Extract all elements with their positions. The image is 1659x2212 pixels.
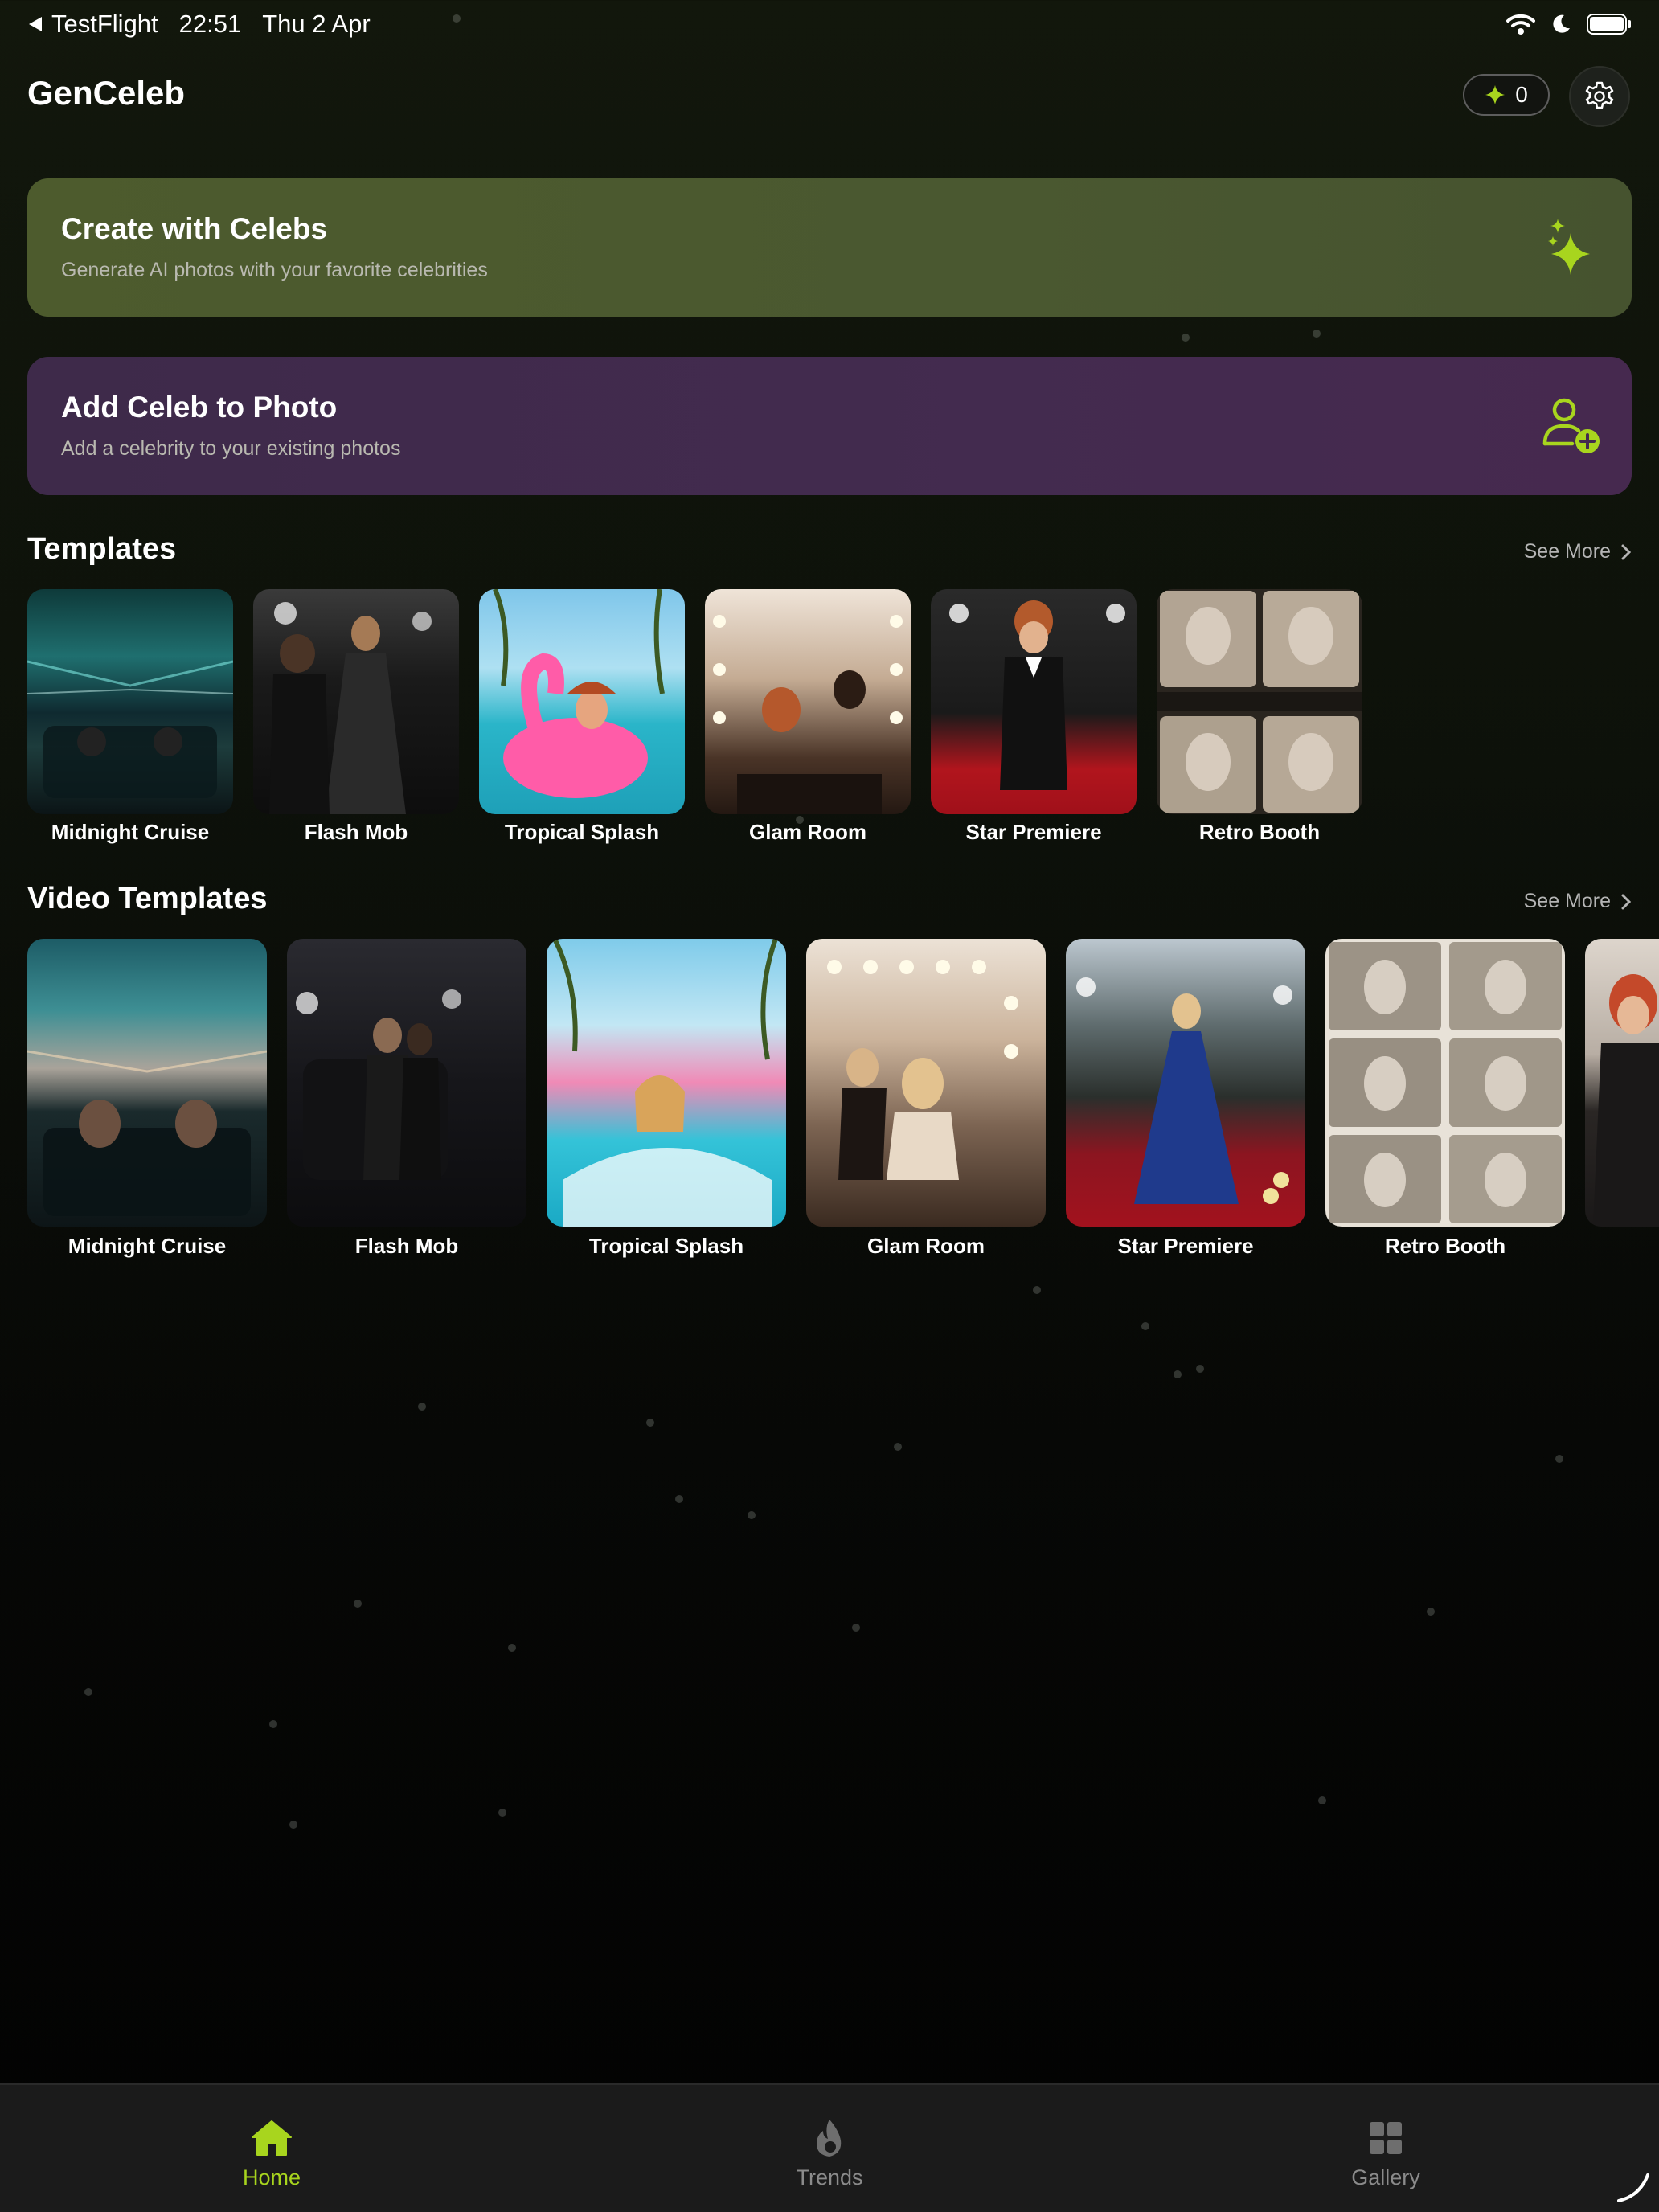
video-template-card-glam-room[interactable]: Glam Room (806, 939, 1046, 1260)
video-template-card-midnight-cruise[interactable]: Midnight Cruise (27, 939, 267, 1260)
credits-badge[interactable]: 0 (1463, 74, 1550, 116)
tropical-splash-thumbnail (479, 589, 685, 814)
nav-home[interactable]: Home (151, 2085, 392, 2212)
gear-icon (1585, 81, 1614, 109)
status-bar: TestFlight 22:51 Thu 2 Apr (0, 0, 1659, 51)
nav-gallery[interactable]: Gallery (1265, 2085, 1506, 2212)
video-template-label: Flash Mob (354, 1234, 459, 1258)
moon-icon (1553, 14, 1570, 33)
back-app-name: TestFlight (51, 10, 158, 38)
template-label: Midnight Cruise (51, 820, 210, 844)
video-flash-mob-thumbnail (287, 939, 526, 1227)
template-card-star-premiere[interactable]: Star Premiere (931, 589, 1137, 844)
template-card-retro-booth[interactable]: Retro Booth (1157, 589, 1362, 844)
video-template-card-partial[interactable] (1585, 939, 1659, 1227)
video-template-label: Midnight Cruise (68, 1234, 227, 1258)
nav-home-label: Home (242, 2165, 301, 2189)
corner-indicator-icon (1617, 2173, 1649, 2202)
templates-heading: Templates (27, 532, 177, 566)
templates-see-more-link[interactable]: See More (1524, 540, 1632, 563)
settings-button[interactable] (1569, 66, 1630, 127)
video-star-premiere-thumbnail (1066, 939, 1305, 1227)
flame-icon (817, 2120, 842, 2157)
bottom-navigation: Home Trends Gallery (0, 2083, 1659, 2212)
create-card-subtitle: Generate AI photos with your favorite ce… (61, 259, 488, 281)
template-label: Tropical Splash (504, 820, 660, 844)
video-retro-booth-thumbnail (1325, 939, 1565, 1227)
template-card-flash-mob[interactable]: Flash Mob (253, 589, 459, 846)
template-label: Glam Room (749, 820, 866, 844)
star-premiere-thumbnail (931, 589, 1137, 814)
see-more-label: See More (1523, 540, 1611, 563)
nav-gallery-label: Gallery (1351, 2165, 1420, 2189)
template-card-glam-room[interactable]: Glam Room (705, 589, 911, 844)
credits-count: 0 (1515, 82, 1528, 107)
template-card-tropical-splash[interactable]: Tropical Splash (479, 589, 685, 844)
grid-icon (1370, 2122, 1402, 2154)
glam-room-thumbnail (705, 589, 911, 814)
video-template-card-star-premiere[interactable]: Star Premiere (1066, 939, 1305, 1260)
video-template-card-tropical-splash[interactable]: Tropical Splash (547, 939, 786, 1260)
see-more-label: See More (1523, 890, 1611, 912)
sparkles-icon (1548, 219, 1590, 275)
wifi-icon (1506, 14, 1535, 35)
add-card-title: Add Celeb to Photo (61, 391, 338, 424)
status-time: 22:51 (178, 10, 242, 38)
video-template-label: Glam Room (867, 1234, 985, 1258)
retro-booth-thumbnail (1157, 589, 1362, 814)
video-templates-see-more-link[interactable]: See More (1524, 890, 1632, 913)
video-template-label: Tropical Splash (588, 1234, 744, 1258)
chevron-right-icon (1621, 894, 1632, 909)
sparkle-icon (1485, 85, 1505, 104)
create-card-title: Create with Celebs (61, 212, 328, 245)
battery-icon (1587, 14, 1631, 35)
back-triangle-icon (29, 17, 42, 31)
template-label: Star Premiere (965, 820, 1102, 844)
video-glam-room-thumbnail (806, 939, 1046, 1227)
add-card-subtitle: Add a celebrity to your existing photos (61, 437, 401, 460)
add-celeb-to-photo-card[interactable]: Add Celeb to Photo Add a celebrity to yo… (27, 357, 1632, 495)
video-partial-thumbnail (1585, 939, 1659, 1227)
status-date: Thu 2 Apr (262, 10, 371, 38)
video-templates-heading: Video Templates (27, 882, 268, 916)
template-label: Flash Mob (304, 820, 408, 844)
video-midnight-cruise-thumbnail (27, 939, 267, 1227)
chevron-right-icon (1621, 544, 1632, 559)
nav-trends[interactable]: Trends (709, 2085, 950, 2212)
midnight-cruise-thumbnail (27, 589, 233, 814)
create-with-celebs-card[interactable]: Create with Celebs Generate AI photos wi… (27, 178, 1632, 317)
home-icon (252, 2120, 292, 2156)
template-card-midnight-cruise[interactable]: Midnight Cruise (27, 589, 233, 846)
video-template-card-retro-booth[interactable]: Retro Booth (1325, 939, 1565, 1260)
video-tropical-splash-thumbnail (547, 939, 786, 1227)
video-template-label: Star Premiere (1117, 1234, 1254, 1258)
back-to-app[interactable]: TestFlight (27, 10, 158, 39)
flash-mob-thumbnail (253, 589, 459, 814)
video-template-label: Retro Booth (1384, 1234, 1506, 1258)
video-template-card-flash-mob[interactable]: Flash Mob (287, 939, 526, 1260)
template-label: Retro Booth (1198, 820, 1321, 844)
app-title: GenCeleb (27, 74, 186, 112)
add-person-icon (1542, 398, 1600, 453)
nav-trends-label: Trends (796, 2165, 863, 2189)
